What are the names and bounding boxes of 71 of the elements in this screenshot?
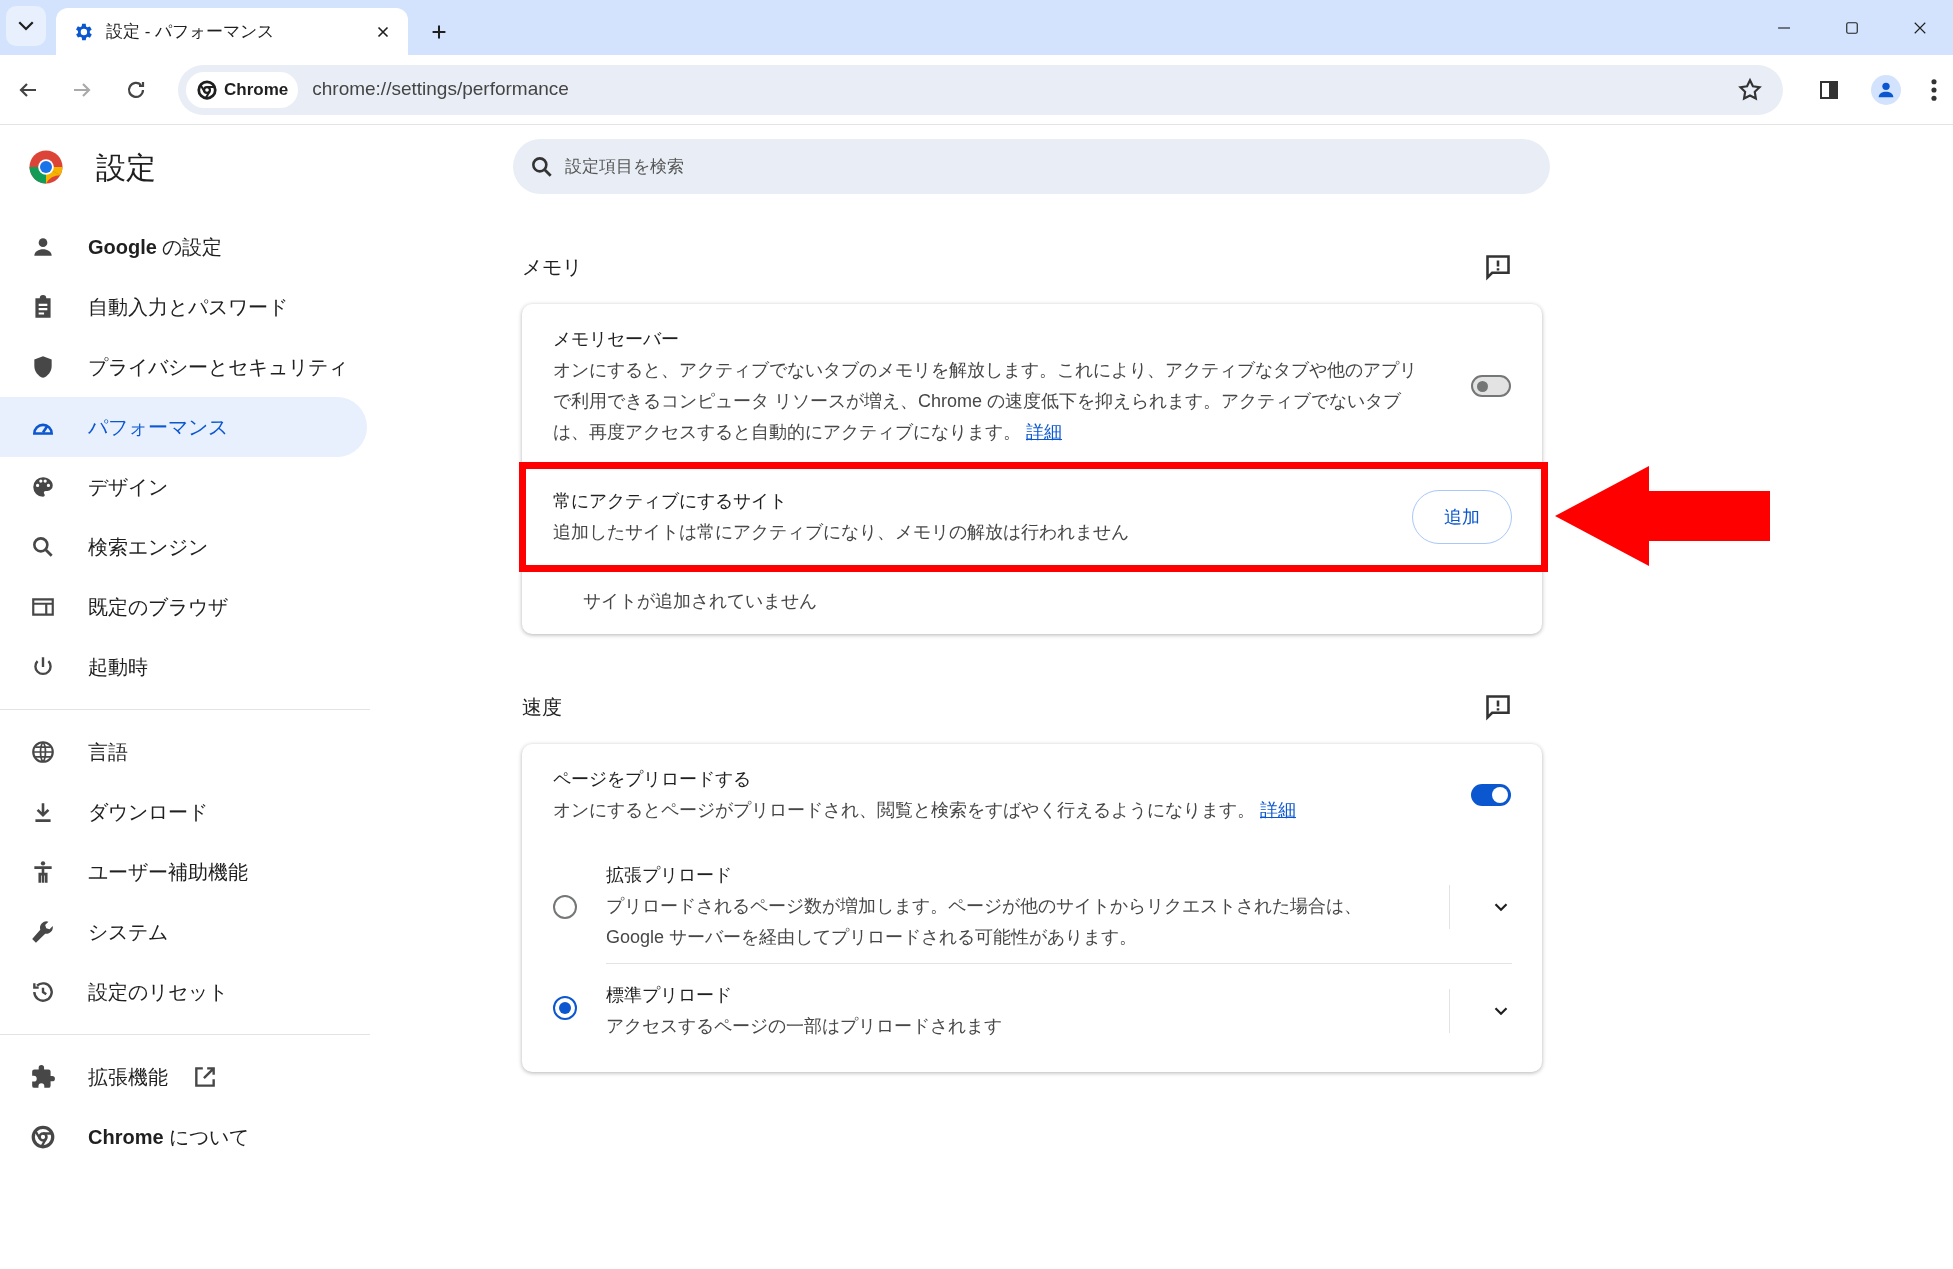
- section-title: 速度: [522, 695, 562, 720]
- sidebar-label: 既定のブラウザ: [88, 595, 228, 620]
- wrench-icon: [30, 919, 56, 945]
- learn-more-link[interactable]: 詳細: [1026, 422, 1062, 442]
- section-title: メモリ: [522, 255, 582, 280]
- maximize-icon[interactable]: [1843, 19, 1861, 37]
- search-field[interactable]: 設定項目を検索: [513, 139, 1550, 194]
- menu-icon[interactable]: [1931, 78, 1937, 101]
- tab-title: 設定 - パフォーマンス: [106, 20, 276, 43]
- sidebar-label: システム: [88, 920, 168, 945]
- sidebar-item[interactable]: 起動時: [0, 637, 367, 697]
- sidebar-item[interactable]: ダウンロード: [0, 782, 367, 842]
- profile-avatar[interactable]: [1871, 74, 1901, 105]
- sidebar-label: パフォーマンス: [88, 415, 228, 440]
- chrome-logo: [28, 149, 64, 185]
- site-chip[interactable]: Chrome: [186, 71, 299, 108]
- sidebar-label: プライバシーとセキュリティ: [88, 355, 348, 380]
- sidebar-label: 設定のリセット: [88, 980, 228, 1005]
- sidebar-item[interactable]: プライバシーとセキュリティ: [0, 337, 367, 397]
- sidebar-label: ダウンロード: [88, 800, 208, 825]
- sidebar-label: 言語: [88, 740, 128, 765]
- option-description: アクセスするページの一部はプリロードされます: [606, 1015, 1003, 1038]
- history-icon: [30, 979, 56, 1005]
- feedback-icon: [1484, 253, 1512, 281]
- sidebar-item[interactable]: 設定のリセット: [0, 962, 367, 1022]
- setting-description: オンにすると、アクティブでないタブのメモリを解放します。これにより、アクティブなタブや他のアプリで利用できるコンピュータ リソースが増え、Chrome の速度低下を抑えられます。アクティブでないタブは、再度アクセスすると自動的にアクティブになります。 詳細: [553, 359, 1418, 444]
- settings-title: 設定: [96, 149, 156, 186]
- sidebar-item[interactable]: 言語: [0, 722, 367, 782]
- sidebar-label: 拡張機能: [88, 1065, 168, 1090]
- setting-title: ページをプリロードする: [553, 768, 752, 791]
- sidebar-label: Google の設定: [88, 235, 223, 260]
- setting-description: オンにするとページがプリロードされ、閲覧と検索をすばやく行えるようになります。 詳細: [553, 799, 1297, 822]
- sidebar-label: 自動入力とパスワード: [88, 295, 288, 320]
- radio-button[interactable]: [553, 894, 577, 919]
- toggle-switch[interactable]: [1471, 784, 1511, 806]
- radio-button[interactable]: [553, 995, 577, 1020]
- option-title: 拡張プリロード: [606, 864, 733, 887]
- sidebar-label: 起動時: [88, 655, 148, 680]
- url-text: chrome://settings/performance: [312, 77, 570, 102]
- chrome-icon: [30, 1124, 56, 1150]
- option-description: プリロードされるページ数が増加します。ページが他のサイトからリクエストされた場合は、Google サーバーを経由してプリロードされる可能性があります。: [606, 895, 1363, 949]
- setting-title: メモリセーバー: [553, 328, 680, 351]
- tab-search-button[interactable]: [6, 6, 46, 46]
- browser-tab[interactable]: 設定 - パフォーマンス: [56, 8, 408, 55]
- learn-more-link[interactable]: 詳細: [1260, 800, 1296, 820]
- palette-icon: [30, 474, 56, 500]
- sidebar-label: 検索エンジン: [88, 535, 208, 560]
- sidebar-label: デザイン: [88, 475, 168, 500]
- sidebar-item[interactable]: Chrome について: [0, 1107, 367, 1167]
- empty-list-text: サイトが追加されていません: [582, 589, 818, 613]
- sidebar-item[interactable]: デザイン: [0, 457, 367, 517]
- puzzle-icon: [30, 1064, 56, 1090]
- feedback-icon: [1484, 693, 1512, 721]
- option-title: 標準プリロード: [606, 984, 733, 1007]
- sidebar-item[interactable]: システム: [0, 902, 367, 962]
- star-icon: [1737, 76, 1763, 103]
- globe-icon: [30, 739, 56, 765]
- sidebar-item[interactable]: ユーザー補助機能: [0, 842, 367, 902]
- sidebar-label: ユーザー補助機能: [88, 860, 248, 885]
- setting-description: 追加したサイトは常にアクティブになり、メモリの解放は行われません: [553, 521, 1130, 544]
- sidebar-item[interactable]: パフォーマンス: [0, 397, 367, 457]
- sidebar-label: Chrome について: [88, 1125, 250, 1150]
- setting-title: 常にアクティブにするサイト: [553, 490, 788, 513]
- chrome-icon: [196, 78, 218, 101]
- sidebar-item[interactable]: 既定のブラウザ: [0, 577, 367, 637]
- sidebar-item[interactable]: 自動入力とパスワード: [0, 277, 367, 337]
- sidebar-item[interactable]: 検索エンジン: [0, 517, 367, 577]
- address-bar[interactable]: Chrome chrome://settings/performance: [178, 64, 1783, 115]
- sidebar-item[interactable]: 拡張機能: [0, 1047, 367, 1107]
- toggle-switch[interactable]: [1471, 375, 1511, 397]
- sidebar-item[interactable]: Google の設定: [0, 217, 367, 277]
